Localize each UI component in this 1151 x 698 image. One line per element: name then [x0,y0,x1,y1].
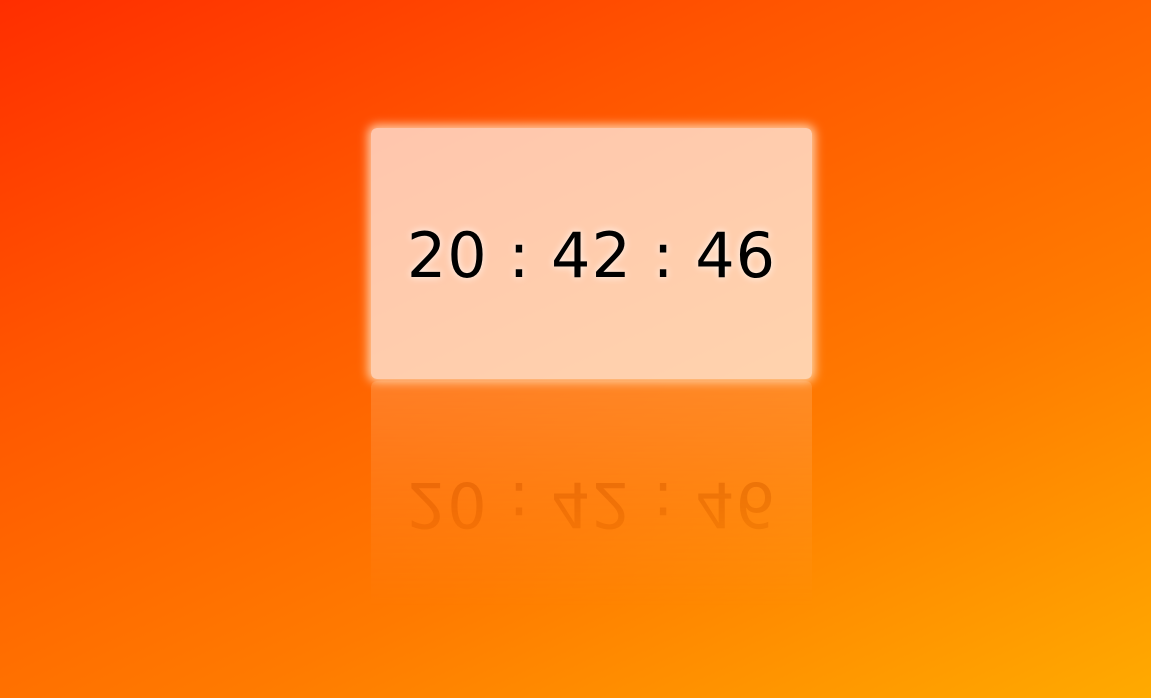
clock-reflection-time: 20 : 42 : 46 [406,468,777,541]
clock-time-display: 20 : 42 : 46 [406,219,777,292]
clock-card: 20 : 42 : 46 [371,128,812,379]
clock-reflection: 20 : 42 : 46 [371,381,812,632]
desktop-background: { "clock": { "time": "20 : 42 : 46", "ho… [0,0,1151,698]
